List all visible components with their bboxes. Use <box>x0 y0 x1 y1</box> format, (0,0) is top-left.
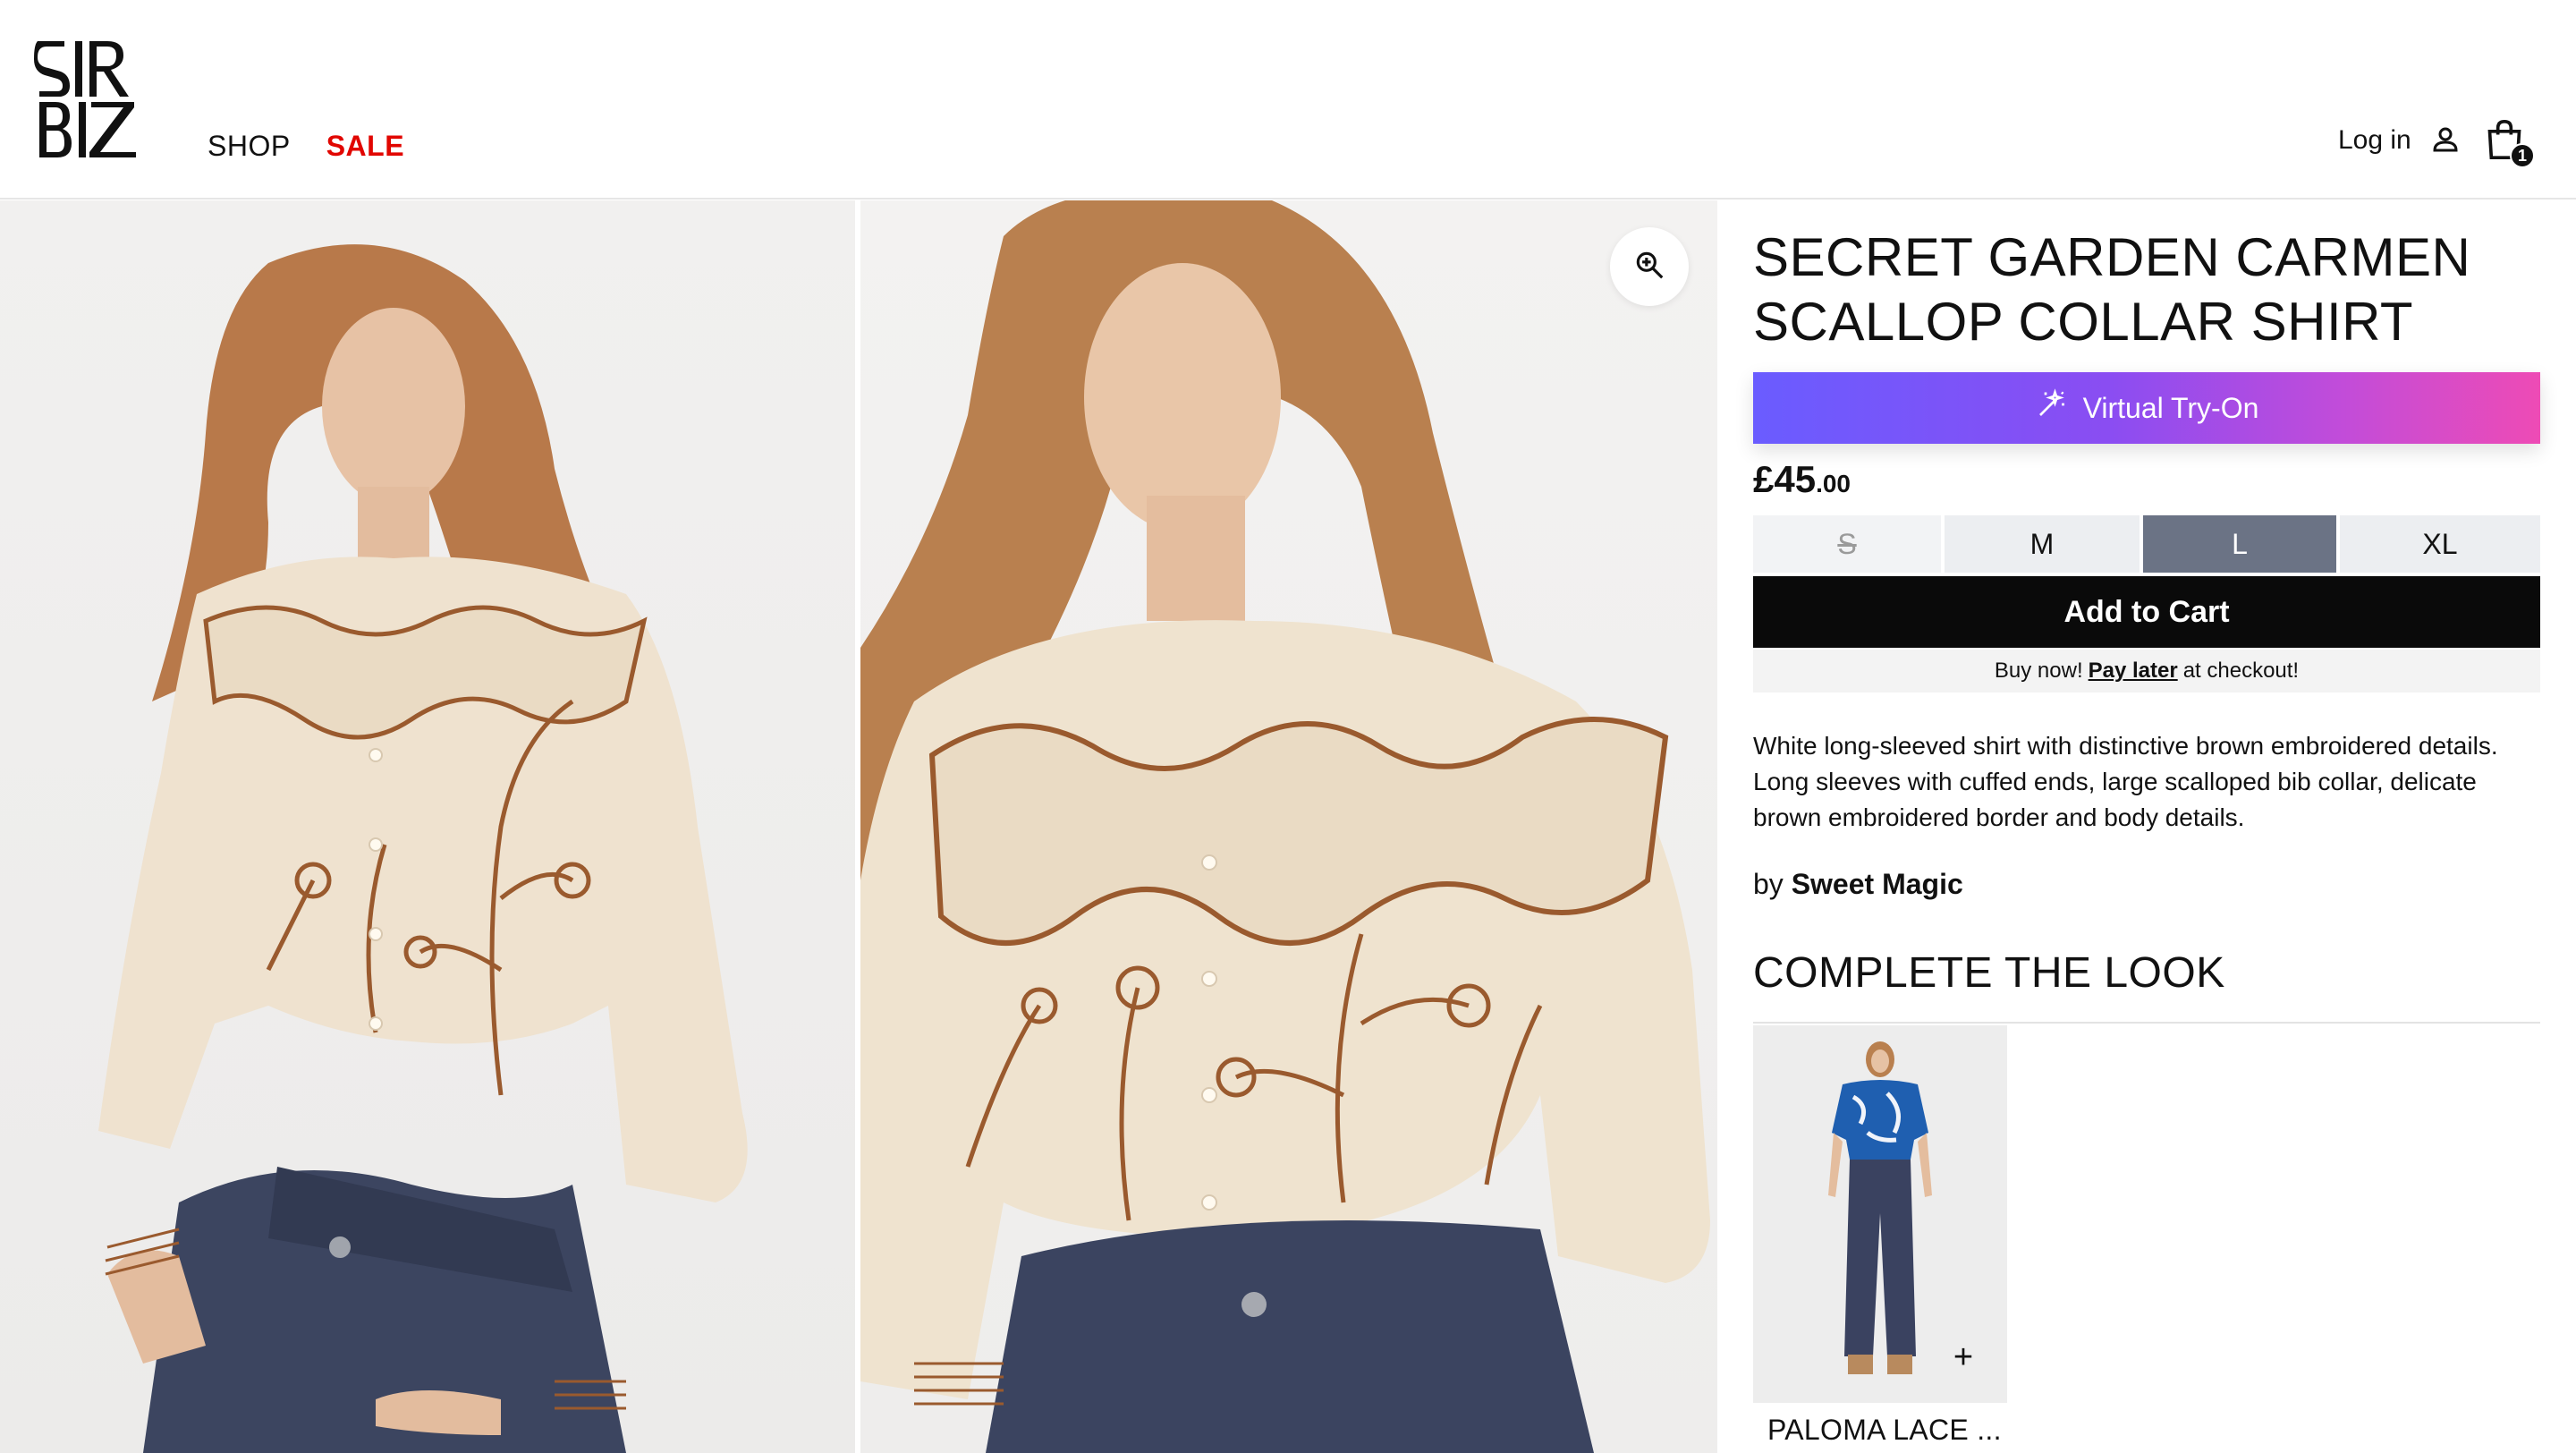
section-divider <box>1753 1022 2540 1024</box>
pay-later-banner: Buy now! Pay later at checkout! <box>1753 650 2540 693</box>
main-nav: SHOP SALE <box>208 130 404 163</box>
magic-wand-icon <box>2035 388 2067 428</box>
product-title: SECRET GARDEN CARMEN SCALLOP COLLAR SHIR… <box>1753 227 2471 352</box>
by-prefix: by <box>1753 868 1784 900</box>
site-logo[interactable] <box>34 36 140 161</box>
nav-sale[interactable]: SALE <box>326 130 404 163</box>
product-price: £45.00 <box>1753 458 1851 501</box>
virtual-try-on-button[interactable]: Virtual Try-On <box>1753 372 2540 444</box>
user-icon[interactable] <box>2429 123 2462 156</box>
pay-later-prefix: Buy now! <box>1994 659 2083 683</box>
virtual-try-on-label: Virtual Try-On <box>2082 391 2259 424</box>
pay-later-suffix: at checkout! <box>2182 659 2300 683</box>
site-header: SHOP SALE Log in 1 <box>0 0 2576 200</box>
nav-shop[interactable]: SHOP <box>208 130 291 163</box>
size-selector: S M L XL <box>1753 515 2540 573</box>
pay-later-link[interactable]: Pay later <box>2089 659 2178 684</box>
zoom-in-icon <box>1632 248 1666 286</box>
product-description: White long-sleeved shirt with distinctiv… <box>1753 732 2498 831</box>
size-option-l[interactable]: L <box>2143 515 2336 573</box>
brand-link[interactable]: Sweet Magic <box>1792 868 1963 900</box>
complete-the-look-heading: COMPLETE THE LOOK <box>1753 949 2225 997</box>
product-photo-2[interactable] <box>860 200 1717 1453</box>
price-main: £45 <box>1753 458 1817 500</box>
cart-count-badge: 1 <box>2510 143 2535 168</box>
add-look-item-plus-icon[interactable]: + <box>1948 1340 1979 1374</box>
price-pence: .00 <box>1816 470 1852 497</box>
brand-byline: by Sweet Magic <box>1753 868 1963 901</box>
size-option-m[interactable]: M <box>1945 515 2140 573</box>
zoom-in-button[interactable] <box>1610 227 1689 306</box>
complete-the-look-item-name[interactable]: PALOMA LACE ... <box>1767 1414 2002 1447</box>
size-option-xl[interactable]: XL <box>2340 515 2540 573</box>
login-link[interactable]: Log in <box>2338 125 2411 156</box>
add-to-cart-button[interactable]: Add to Cart <box>1753 576 2540 648</box>
product-photo-1[interactable] <box>0 200 855 1453</box>
size-option-s[interactable]: S <box>1753 515 1941 573</box>
